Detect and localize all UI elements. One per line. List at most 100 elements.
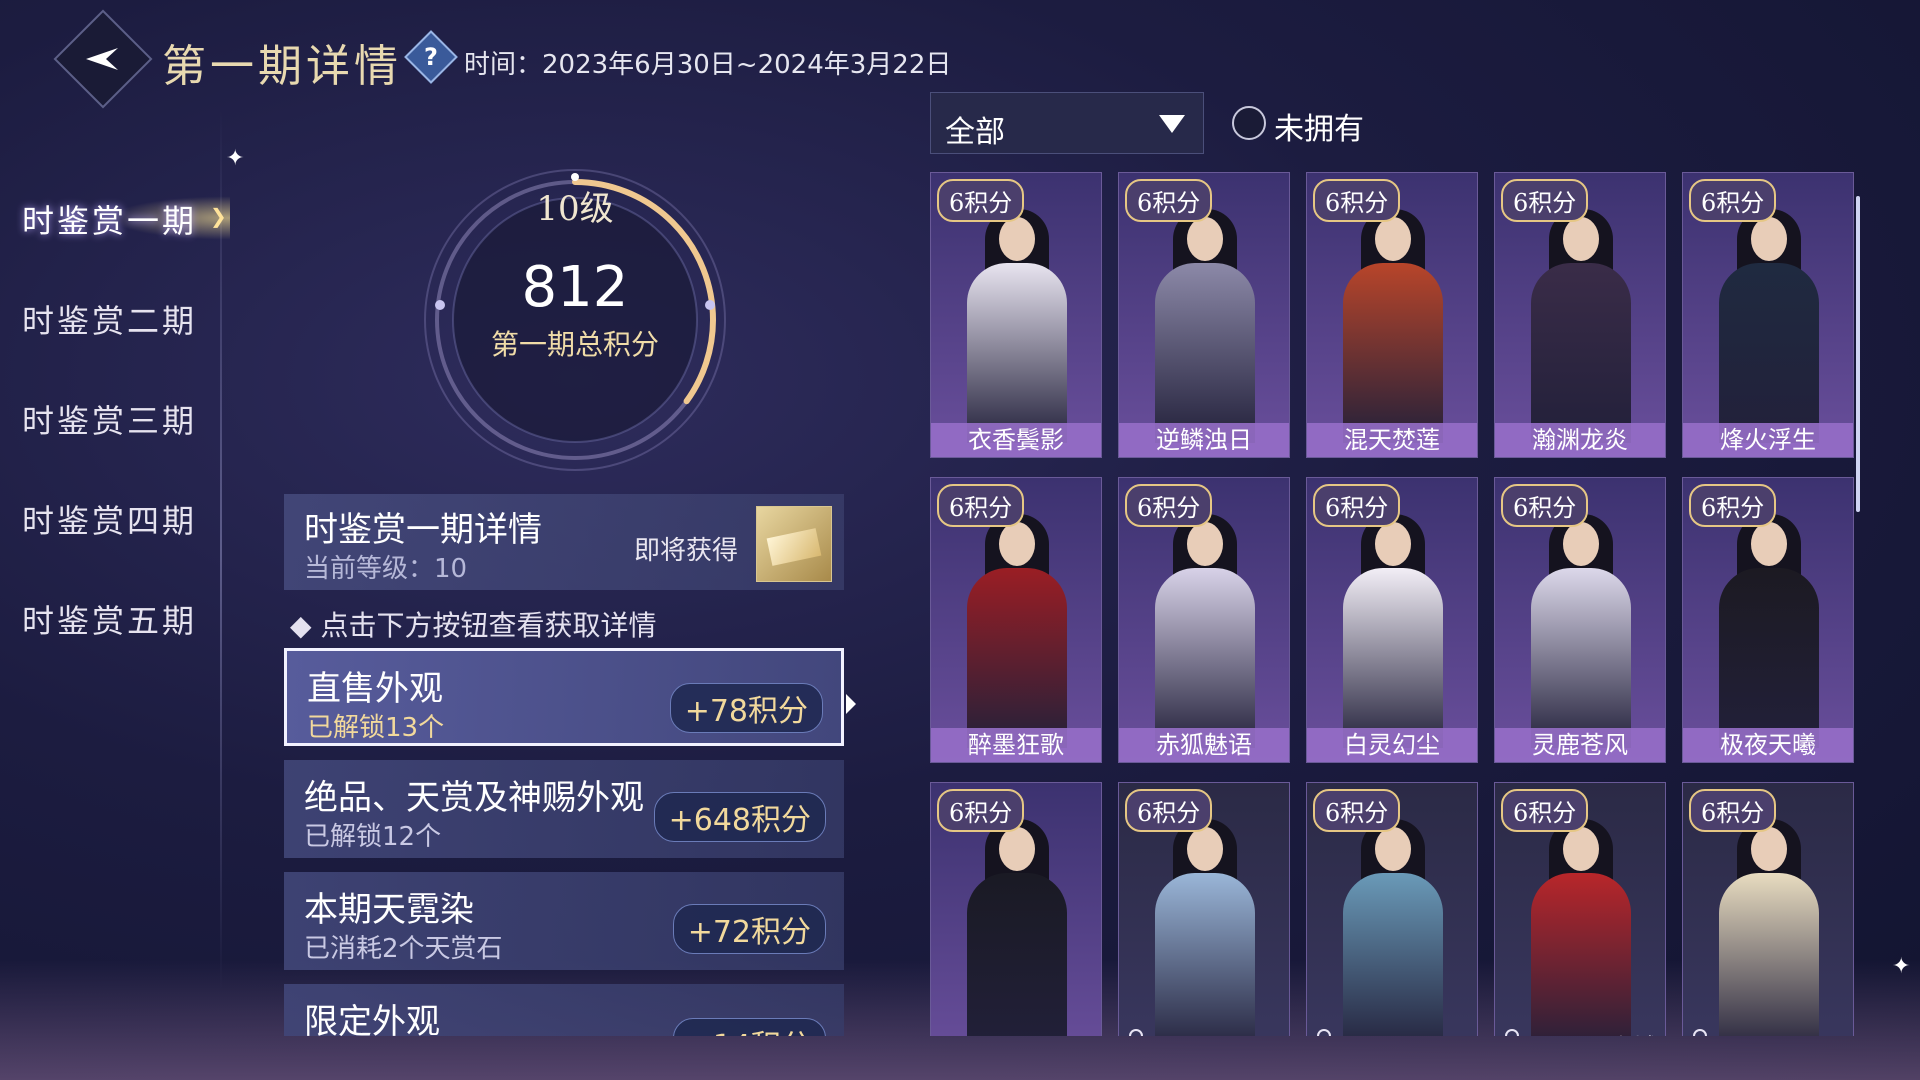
outfit-card[interactable]: 6积分 2880 — [1682, 782, 1854, 1036]
points-badge: 6积分 — [1125, 484, 1213, 527]
back-arrow-icon — [86, 48, 118, 70]
outfit-card[interactable]: 6积分瀚渊龙炎 — [1494, 172, 1666, 458]
hint-label: 点击下方按钮查看获取详情 — [320, 609, 657, 642]
character-portrait — [957, 817, 1077, 1036]
outfit-price: 2880 — [1382, 1035, 1469, 1036]
character-portrait — [1709, 817, 1829, 1036]
outfit-price: 2880 — [1194, 1035, 1281, 1036]
character-portrait — [1521, 512, 1641, 748]
outfit-card[interactable]: 6积分灵鹿苍风 — [1494, 477, 1666, 763]
character-portrait — [1333, 207, 1453, 443]
selected-arrow-icon — [846, 694, 856, 714]
character-portrait — [1521, 207, 1641, 443]
category-points: +72积分 — [672, 904, 826, 954]
not-owned-label[interactable]: 未拥有 — [1274, 104, 1364, 148]
points-badge: 6积分 — [1689, 789, 1777, 832]
nav-divider — [220, 110, 222, 990]
character-portrait — [1333, 512, 1453, 748]
grid-scrollbar[interactable] — [1856, 196, 1860, 512]
outfit-card[interactable]: 6积分 2880 — [1306, 782, 1478, 1036]
outfit-grid: 6积分 衣香鬓影 6积分 逆鳞浊日 6积分 混天焚莲 6积分 瀚渊龙炎 6积分 烽火浮生 6积分 醉墨… — [930, 172, 1860, 1036]
outfit-card[interactable]: 6积分商城 — [1494, 782, 1666, 1036]
price-value: 2880 — [1220, 1035, 1281, 1036]
category-premium[interactable]: 绝品、天赏及神赐外观 已解锁12个 +648积分 — [284, 760, 844, 858]
nav-item-period-2[interactable]: 时鉴赏二期 — [22, 296, 197, 342]
points-badge: 6积分 — [937, 179, 1025, 222]
sparkle-icon: ✦ — [1892, 954, 1911, 979]
question-icon[interactable]: ? — [404, 30, 458, 84]
outfit-name: 醉墨狂歌 — [931, 728, 1101, 762]
character-portrait — [1145, 207, 1265, 443]
character-portrait — [1333, 817, 1453, 1036]
page-title: 第一期详情 — [162, 41, 402, 92]
outfit-name: 灵鹿苍风 — [1495, 728, 1665, 762]
nav-item-period-4[interactable]: 时鉴赏四期 — [22, 496, 197, 542]
outfit-name: 逆鳞浊日 — [1119, 423, 1289, 457]
category-title: 绝品、天赏及神赐外观 — [304, 778, 644, 818]
filter-selected: 全部 — [945, 115, 1005, 150]
points-badge: 6积分 — [1313, 179, 1401, 222]
chevron-down-icon — [1159, 115, 1185, 133]
total-score-label: 第一期总积分 — [490, 328, 659, 361]
category-title: 直售外观 — [307, 669, 443, 709]
points-badge: 6积分 — [937, 789, 1025, 832]
outfit-name: 极夜天曦 — [1683, 728, 1853, 762]
outfit-name: 烽火浮生 — [1683, 423, 1853, 457]
date-range: 时间：2023年6月30日~2024年3月22日 — [464, 50, 952, 80]
category-title: 限定外观 — [304, 1002, 440, 1036]
character-portrait — [1521, 817, 1641, 1036]
category-filter-dropdown[interactable]: 全部 — [930, 92, 1204, 154]
outfit-card[interactable]: 6积分 — [930, 782, 1102, 1036]
outfit-name: 混天焚莲 — [1307, 423, 1477, 457]
reward-item-icon[interactable] — [756, 506, 832, 582]
category-dye[interactable]: 本期天霓染 已消耗2个天赏石 +72积分 — [284, 872, 844, 970]
outfit-name: 白灵幻尘 — [1307, 728, 1477, 762]
period-detail-panel[interactable]: 时鉴赏一期详情 当前等级：10 即将获得 — [284, 494, 844, 590]
points-badge: 6积分 — [1501, 484, 1589, 527]
outfit-card[interactable]: 6积分极夜天曦 — [1682, 477, 1854, 763]
outfit-card[interactable]: 6积分醉墨狂歌 — [930, 477, 1102, 763]
points-badge: 6积分 — [937, 484, 1025, 527]
coming-reward-label: 即将获得 — [634, 536, 739, 566]
category-direct-sale[interactable]: 直售外观 已解锁13个 +78积分 — [284, 648, 844, 746]
category-sub: 已解锁13个 — [307, 713, 445, 743]
outfit-card[interactable]: 6积分烽火浮生 — [1682, 172, 1854, 458]
outfit-price: 2880 — [1758, 1035, 1845, 1036]
outfit-card[interactable]: 6积分白灵幻尘 — [1306, 477, 1478, 763]
nav-item-period-1[interactable]: 时鉴赏一期 — [22, 196, 197, 242]
category-points: +14积分 — [672, 1018, 826, 1036]
outfit-name: 衣香鬓影 — [931, 423, 1101, 457]
outfit-price: 商城 — [1609, 1028, 1657, 1036]
points-badge: 6积分 — [1125, 789, 1213, 832]
nav-item-period-3[interactable]: 时鉴赏三期 — [22, 396, 197, 442]
outfit-card[interactable]: 6积分衣香鬓影 — [930, 172, 1102, 458]
category-limited[interactable]: 限定外观 +14积分 — [284, 984, 844, 1036]
character-portrait — [1145, 817, 1265, 1036]
outfit-card[interactable]: 6积分 赤狐魅语 — [1118, 477, 1290, 763]
category-title: 本期天霓染 — [304, 890, 474, 930]
points-badge: 6积分 — [1501, 179, 1589, 222]
detail-title: 时鉴赏一期详情 — [304, 510, 542, 550]
outfit-name: 瀚渊龙炎 — [1495, 423, 1665, 457]
nav-active-arrow-icon: ❯ — [210, 204, 227, 228]
points-badge: 6积分 — [1125, 179, 1213, 222]
current-level: 当前等级：10 — [304, 554, 468, 584]
category-points: +648积分 — [653, 792, 826, 842]
score-ring: 10级 812 第一期总积分 — [420, 165, 730, 475]
outfit-card[interactable]: 6积分混天焚莲 — [1306, 172, 1478, 458]
points-badge: 6积分 — [1313, 789, 1401, 832]
points-badge: 6积分 — [1689, 179, 1777, 222]
price-value: 商城 — [1609, 1034, 1657, 1036]
back-button[interactable] — [53, 9, 153, 109]
nav-item-period-5[interactable]: 时鉴赏五期 — [22, 596, 197, 642]
character-portrait — [1145, 512, 1265, 748]
category-points: +78积分 — [669, 683, 823, 733]
outfit-card[interactable]: 6积分 2880 — [1118, 782, 1290, 1036]
sparkle-icon: ✦ — [226, 146, 245, 171]
outfit-card[interactable]: 6积分逆鳞浊日 — [1118, 172, 1290, 458]
points-badge: 6积分 — [1689, 484, 1777, 527]
points-badge: 6积分 — [1313, 484, 1401, 527]
hint-text: ◆ 点击下方按钮查看获取详情 — [290, 609, 657, 642]
character-portrait — [1709, 207, 1829, 443]
not-owned-radio[interactable] — [1232, 106, 1266, 140]
